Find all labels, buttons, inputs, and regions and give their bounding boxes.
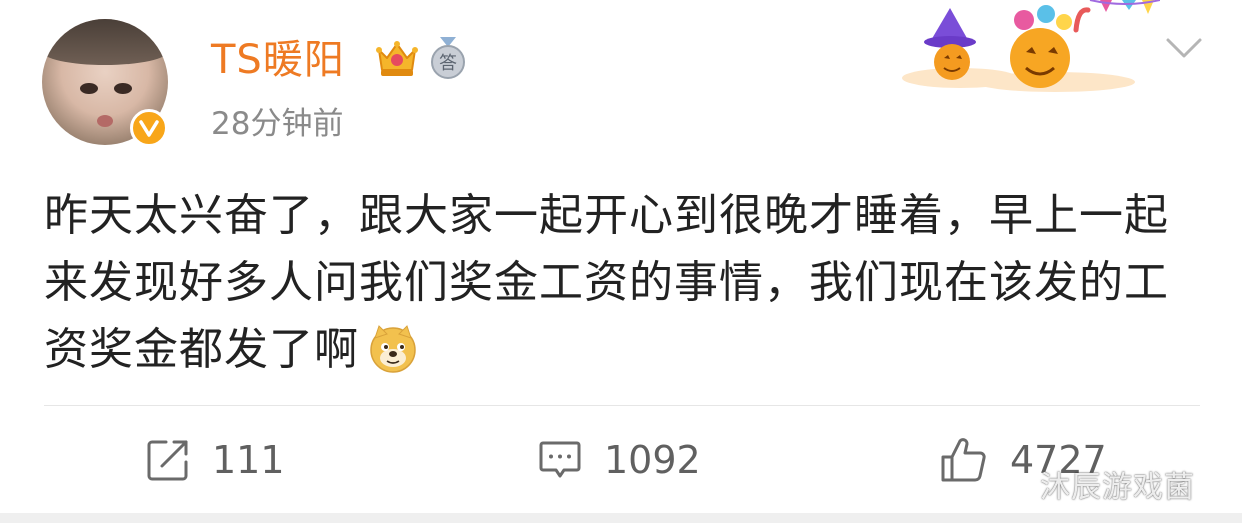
comment-icon xyxy=(539,441,581,478)
comment-button[interactable]: 1092 xyxy=(538,432,701,488)
svg-text:答: 答 xyxy=(439,53,457,74)
chevron-down-icon[interactable] xyxy=(1164,32,1204,62)
comment-count: 1092 xyxy=(604,438,701,482)
halloween-decoration xyxy=(902,0,1160,92)
verified-v-icon xyxy=(130,109,168,147)
answer-medal-icon[interactable]: 答 xyxy=(428,37,468,81)
avatar-eye xyxy=(114,83,132,94)
divider xyxy=(44,405,1200,406)
repost-icon xyxy=(147,440,188,481)
avatar-hair xyxy=(42,19,168,65)
repost-button[interactable]: 111 xyxy=(146,432,285,488)
doge-emoji-icon xyxy=(370,325,416,373)
post-time: 28分钟前 xyxy=(211,106,344,142)
post-text-content: 昨天太兴奋了，跟大家一起开心到很晚才睡着，早上一起来发现好多人问我们奖金工资的事… xyxy=(44,190,1169,375)
thumbs-up-icon xyxy=(941,438,986,482)
username[interactable]: TS暖阳 xyxy=(211,34,345,86)
weibo-post-card: TS暖阳 答 28分钟前 昨天太兴奋了，跟大家一起开心到很晚才睡着，早上一起来发… xyxy=(0,0,1242,523)
avatar-mouth xyxy=(97,115,113,127)
avatar-eye xyxy=(80,83,98,94)
repost-count: 111 xyxy=(212,438,285,482)
post-text: 昨天太兴奋了，跟大家一起开心到很晚才睡着，早上一起来发现好多人问我们奖金工资的事… xyxy=(44,182,1204,383)
watermark: 沐辰游戏菌 xyxy=(1040,470,1195,505)
crown-icon[interactable] xyxy=(374,36,420,82)
bottom-strip xyxy=(0,513,1242,523)
